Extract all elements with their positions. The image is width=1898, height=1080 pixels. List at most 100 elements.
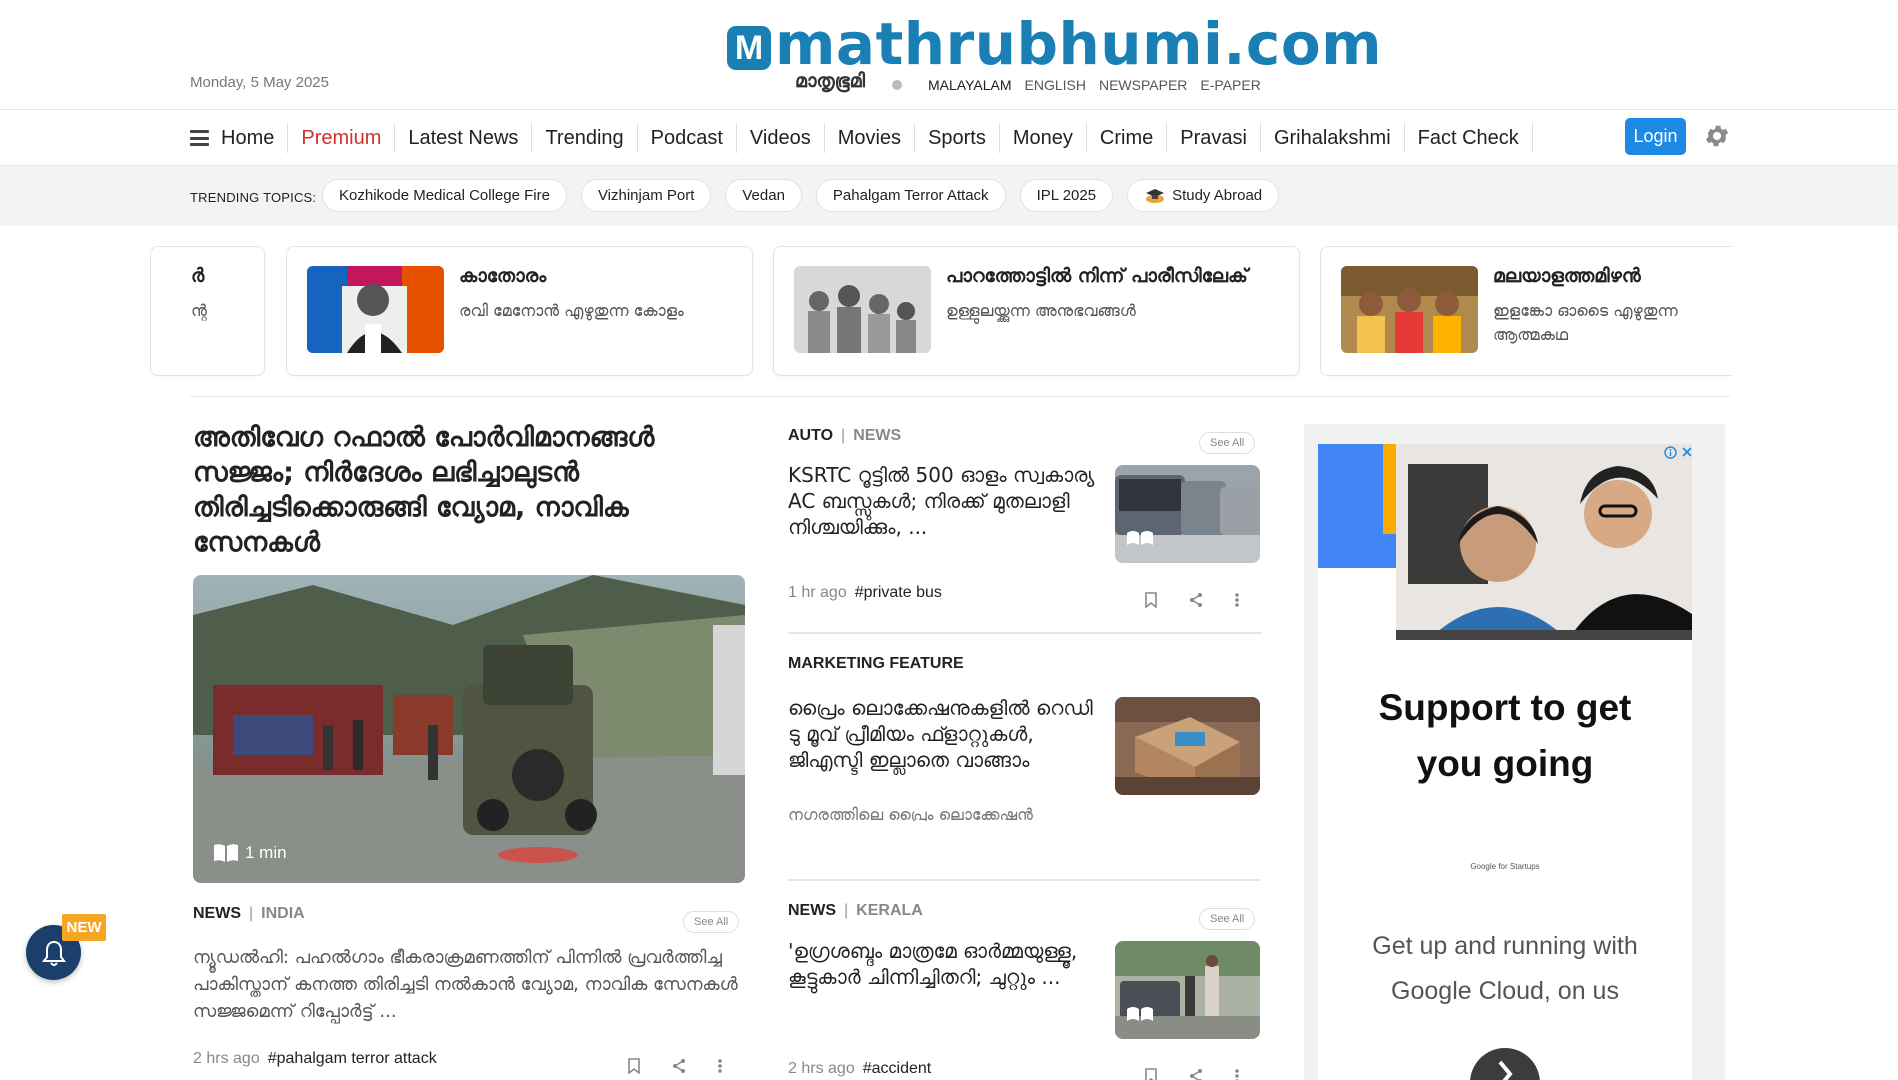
section-label[interactable]: NEWS	[788, 902, 836, 919]
edition-newspaper[interactable]: NEWSPAPER	[1099, 77, 1187, 93]
trend-chip[interactable]: IPL 2025	[1019, 179, 1114, 212]
story-divider	[788, 879, 1261, 881]
section-label[interactable]: AUTO	[788, 427, 833, 444]
kerala-headline[interactable]: 'ഉഗ്രശബ്ദം മാത്രമേ ഓർമ്മയുള്ളൂ, കൂട്ടുകാ…	[788, 938, 1098, 990]
edition-english[interactable]: ENGLISH	[1025, 77, 1086, 93]
column-subtitle: ന്റ	[191, 301, 207, 320]
ad-photo	[1318, 444, 1692, 640]
timestamp: 1 hr ago	[788, 584, 847, 601]
nav-trending[interactable]: Trending	[532, 123, 638, 153]
ad-creative[interactable]: Support to get you going Google for Star…	[1318, 444, 1692, 1080]
section-label[interactable]: NEWS	[193, 905, 241, 922]
column-card[interactable]: ർ ന്റ	[150, 246, 265, 376]
nav-sports[interactable]: Sports	[915, 123, 1000, 153]
read-time: 1 min	[245, 843, 287, 862]
hashtag[interactable]: #private bus	[855, 584, 942, 601]
column-title: പാറത്തോട്ടിൽ നിന്ന് പാരീസിലേക്	[946, 265, 1248, 287]
column-card-kathoram[interactable]: കാതോരം രവി മേനോൻ എഴുതുന്ന കോളം	[286, 246, 753, 376]
nav-movies[interactable]: Movies	[825, 123, 916, 153]
info-icon[interactable]	[1664, 446, 1677, 459]
edition-epaper[interactable]: E-PAPER	[1200, 77, 1260, 93]
nav-home[interactable]: Home	[221, 123, 287, 153]
edition-malayalam[interactable]: MALAYALAM	[928, 77, 1012, 93]
see-all-button[interactable]: See All	[1199, 908, 1256, 930]
open-book-icon	[214, 844, 238, 862]
story-divider	[788, 632, 1261, 634]
kerala-thumbnail[interactable]	[1115, 941, 1260, 1039]
column-card-parathottil[interactable]: പാറത്തോട്ടിൽ നിന്ന് പാരീസിലേക് ഉള്ളുലയ്ക…	[773, 246, 1300, 376]
see-all-button[interactable]: See All	[683, 911, 740, 933]
lead-image[interactable]: 1 min	[193, 575, 745, 883]
auto-headline[interactable]: KSRTC റൂട്ടിൽ 500 ഓളം സ്വകാര്യ AC ബസ്സുക…	[788, 462, 1098, 540]
more-vertical-icon[interactable]	[717, 1058, 723, 1074]
nav-premium[interactable]: Premium	[287, 123, 396, 153]
see-all-button[interactable]: See All	[1199, 432, 1256, 454]
column-title: ർ	[191, 265, 205, 287]
timestamp: 2 hrs ago	[193, 1050, 260, 1067]
more-vertical-icon[interactable]	[1234, 1068, 1240, 1080]
share-icon[interactable]	[1188, 1068, 1204, 1080]
trend-chip-study-abroad[interactable]: Study Abroad	[1127, 179, 1280, 212]
graduation-cap-icon	[1146, 188, 1165, 203]
column-thumbnail	[307, 266, 444, 353]
site-header: Monday, 5 May 2025 M mathrubhumi.com മാത…	[0, 0, 1898, 110]
subsection-label[interactable]: KERALA	[856, 902, 923, 919]
trend-chip[interactable]: Vizhinjam Port	[580, 179, 712, 212]
marketing-thumbnail[interactable]	[1115, 697, 1260, 795]
bell-icon	[41, 940, 66, 966]
new-badge: NEW	[62, 914, 106, 941]
chevron-right-icon	[1498, 1060, 1513, 1080]
lead-headline[interactable]: അതിവേഗ റഫാൽ പോർവിമാനങ്ങൾ സജ്ജം; നിർദേശം …	[193, 420, 713, 560]
nav-crime[interactable]: Crime	[1087, 123, 1168, 153]
nav-fact-check[interactable]: Fact Check	[1405, 123, 1533, 153]
read-time-badge: 1 min	[213, 843, 287, 863]
ad-subtext: Get up and running with Google Cloud, on…	[1318, 924, 1692, 1014]
trending-chips: Kozhikode Medical College Fire Vizhinjam…	[322, 179, 1280, 212]
hashtag[interactable]: #pahalgam terror attack	[268, 1050, 437, 1067]
subsection-label[interactable]: INDIA	[261, 905, 305, 922]
close-icon[interactable]	[1681, 446, 1693, 458]
auto-meta: 1 hr ago #private bus	[788, 584, 942, 602]
nav-videos[interactable]: Videos	[737, 123, 825, 153]
login-button[interactable]: Login	[1625, 118, 1686, 155]
hashtag[interactable]: #accident	[863, 1060, 932, 1077]
nav-podcast[interactable]: Podcast	[638, 123, 737, 153]
nav-latest-news[interactable]: Latest News	[395, 123, 533, 153]
ad-headline: Support to get you going	[1318, 680, 1692, 792]
more-vertical-icon[interactable]	[1234, 592, 1240, 608]
marketing-headline[interactable]: പ്രൈം ലൊക്കേഷനുകളിൽ റെഡി ടു മൂവ് പ്രീമിയ…	[788, 695, 1098, 773]
trend-chip[interactable]: Kozhikode Medical College Fire	[322, 179, 567, 212]
settings-gear-icon[interactable]	[1703, 122, 1731, 150]
section-divider	[190, 396, 1730, 397]
marketing-section: MARKETING FEATURE	[788, 655, 964, 672]
auto-thumbnail[interactable]	[1115, 465, 1260, 563]
lead-section: NEWS | INDIA	[193, 905, 305, 922]
lead-actions	[627, 1058, 723, 1074]
bookmark-icon[interactable]	[1144, 1068, 1158, 1080]
logo-mark: M	[727, 26, 771, 70]
nav-pravasi[interactable]: Pravasi	[1167, 123, 1261, 153]
trend-chip[interactable]: Pahalgam Terror Attack	[815, 179, 1006, 212]
lead-summary[interactable]: ന്യൂഡൽഹി: പഹൽഗാം ഭീകരാക്രമണത്തിന് പിന്നി…	[193, 944, 753, 1025]
column-title: കാതോരം	[459, 265, 547, 287]
nav-grihalakshmi[interactable]: Grihalakshmi	[1261, 123, 1405, 153]
auto-actions	[1144, 592, 1240, 608]
kerala-meta: 2 hrs ago #accident	[788, 1060, 931, 1078]
site-logo[interactable]: M mathrubhumi.com	[727, 14, 1382, 74]
trend-chip[interactable]: Vedan	[725, 179, 802, 212]
ad-headline-line: you going	[1416, 743, 1594, 784]
column-card-malayalathamizhan[interactable]: മലയാളത്തമിഴൻ ഇളങ്കോ ഓടൈ എഴുതുന്ന ആത്മകഥ	[1320, 246, 1732, 376]
subsection-label[interactable]: NEWS	[853, 427, 901, 444]
share-icon[interactable]	[1188, 592, 1204, 608]
ad-choices[interactable]	[1664, 446, 1693, 459]
nav-money[interactable]: Money	[1000, 123, 1087, 153]
ad-brand: Google for Startups	[1470, 862, 1540, 871]
ad-next-button[interactable]	[1470, 1048, 1540, 1080]
share-icon[interactable]	[671, 1058, 687, 1074]
bookmark-icon[interactable]	[1144, 592, 1158, 608]
trending-label: TRENDING TOPICS:	[190, 190, 317, 205]
main-nav: Home Premium Latest News Trending Podcas…	[0, 110, 1898, 166]
menu-icon[interactable]	[190, 130, 209, 146]
lead-meta: 2 hrs ago #pahalgam terror attack	[193, 1050, 437, 1068]
bookmark-icon[interactable]	[627, 1058, 641, 1074]
